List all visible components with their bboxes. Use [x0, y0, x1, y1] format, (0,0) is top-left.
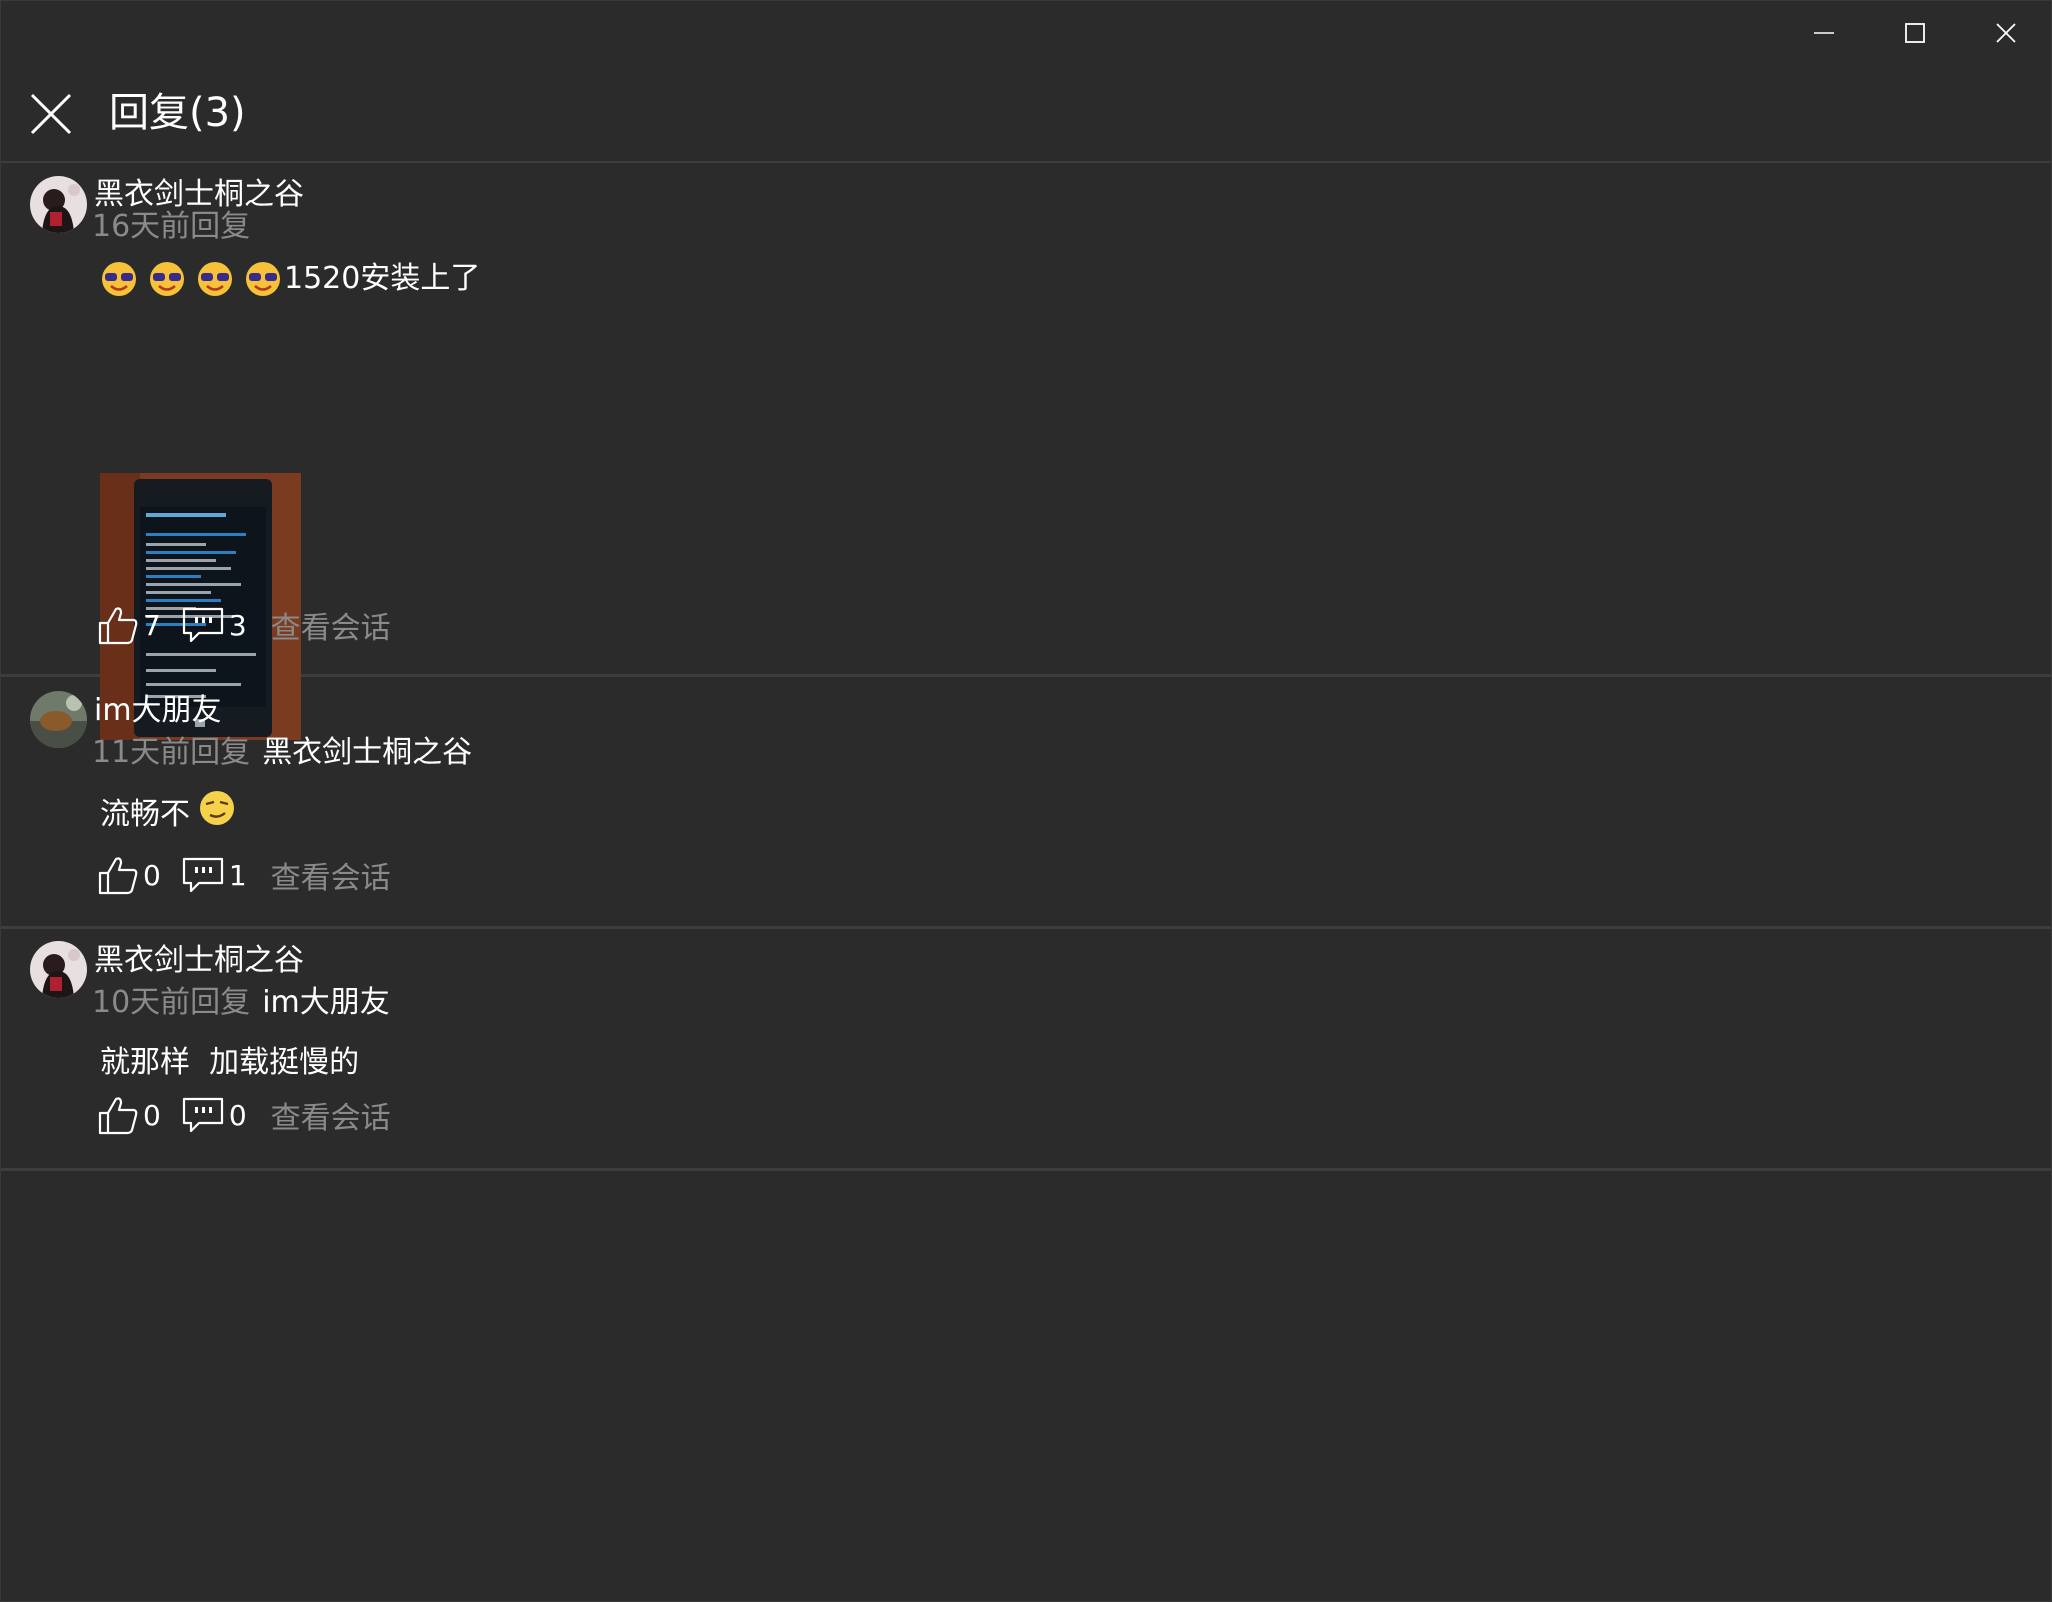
comment-count: 1: [228, 858, 247, 892]
view-conversation-link[interactable]: 查看会话: [271, 603, 391, 647]
reply-item: im大朋友 11天前回复 黑衣剑士桐之谷 流畅不 0 1 查看会话: [1, 677, 2051, 929]
comment-icon: [182, 1097, 223, 1133]
window-controls: [1778, 1, 2051, 65]
page-title: 回复(3): [109, 90, 246, 136]
avatar[interactable]: [30, 691, 87, 748]
like-count: 7: [143, 608, 161, 642]
reply-to-user[interactable]: 黑衣剑士桐之谷: [262, 735, 472, 770]
like-button[interactable]: 7: [97, 605, 161, 645]
close-icon: [30, 93, 72, 135]
avatar[interactable]: [30, 176, 87, 233]
emoji-sunglasses-icon: [100, 260, 138, 298]
thumbs-up-icon: [98, 857, 138, 895]
reply-text: 1520安装上了: [284, 261, 481, 296]
view-conversation-link[interactable]: 查看会话: [271, 853, 391, 897]
window-close-button[interactable]: [1960, 1, 2051, 65]
like-button[interactable]: 0: [97, 1095, 161, 1135]
close-icon: [1995, 23, 2016, 43]
emoji-sunglasses-icon: [148, 260, 186, 298]
comment-button[interactable]: 1: [181, 855, 247, 895]
reply-time: 10天前回复: [92, 985, 251, 1020]
reply-text: 就那样 加载挺慢的: [100, 1045, 360, 1080]
reply-item: 黑衣剑士桐之谷 16天前回复 1520安装上了 7 3 查看会话: [1, 163, 2051, 740]
comment-count: 3: [228, 608, 247, 642]
reply-content: 流畅不: [100, 791, 246, 835]
thumbs-up-icon: [98, 607, 138, 645]
reply-actions: 0 1 查看会话: [97, 853, 391, 897]
reply-time: 11天前回复: [92, 735, 251, 770]
page-header: 回复(3): [1, 65, 2051, 163]
minimize-icon: [1813, 32, 1834, 34]
emoji-sunglasses-icon: [244, 260, 282, 298]
like-button[interactable]: 0: [97, 855, 161, 895]
avatar[interactable]: [30, 941, 87, 998]
reply-to-user[interactable]: im大朋友: [262, 985, 390, 1020]
emoji-smug-icon: [198, 789, 236, 827]
reply-time: 16天前回复: [92, 209, 251, 244]
like-count: 0: [143, 858, 161, 892]
app-window: 回复(3) 黑衣剑士桐之谷 16天前回复 1520安装上了 7 3 查看会话 i…: [0, 0, 2052, 1602]
reply-actions: 0 0 查看会话: [97, 1093, 391, 1137]
maximize-icon: [1904, 23, 1925, 43]
reply-username[interactable]: 黑衣剑士桐之谷: [94, 941, 304, 981]
comment-button[interactable]: 0: [181, 1095, 247, 1135]
view-conversation-link[interactable]: 查看会话: [271, 1093, 391, 1137]
reply-username[interactable]: im大朋友: [94, 691, 222, 731]
reply-content: 就那样 加载挺慢的: [100, 1043, 359, 1083]
maximize-button[interactable]: [1869, 1, 1960, 65]
reply-meta: 16天前回复: [92, 207, 250, 247]
comment-count: 0: [228, 1098, 247, 1132]
reply-meta: 10天前回复 im大朋友: [92, 983, 390, 1023]
close-panel-button[interactable]: [28, 91, 74, 137]
comment-icon: [182, 857, 223, 893]
reply-actions: 7 3 查看会话: [97, 603, 391, 647]
reply-content: 1520安装上了: [100, 259, 480, 299]
minimize-button[interactable]: [1778, 1, 1869, 65]
like-count: 0: [143, 1098, 161, 1132]
reply-meta: 11天前回复 黑衣剑士桐之谷: [92, 733, 472, 773]
thumbs-up-icon: [98, 1097, 138, 1135]
reply-item: 黑衣剑士桐之谷 10天前回复 im大朋友 就那样 加载挺慢的 0 0 查看会话: [1, 929, 2051, 1171]
reply-text: 流畅不: [100, 797, 190, 832]
comment-button[interactable]: 3: [181, 605, 247, 645]
emoji-sunglasses-icon: [196, 260, 234, 298]
comment-icon: [182, 607, 223, 643]
